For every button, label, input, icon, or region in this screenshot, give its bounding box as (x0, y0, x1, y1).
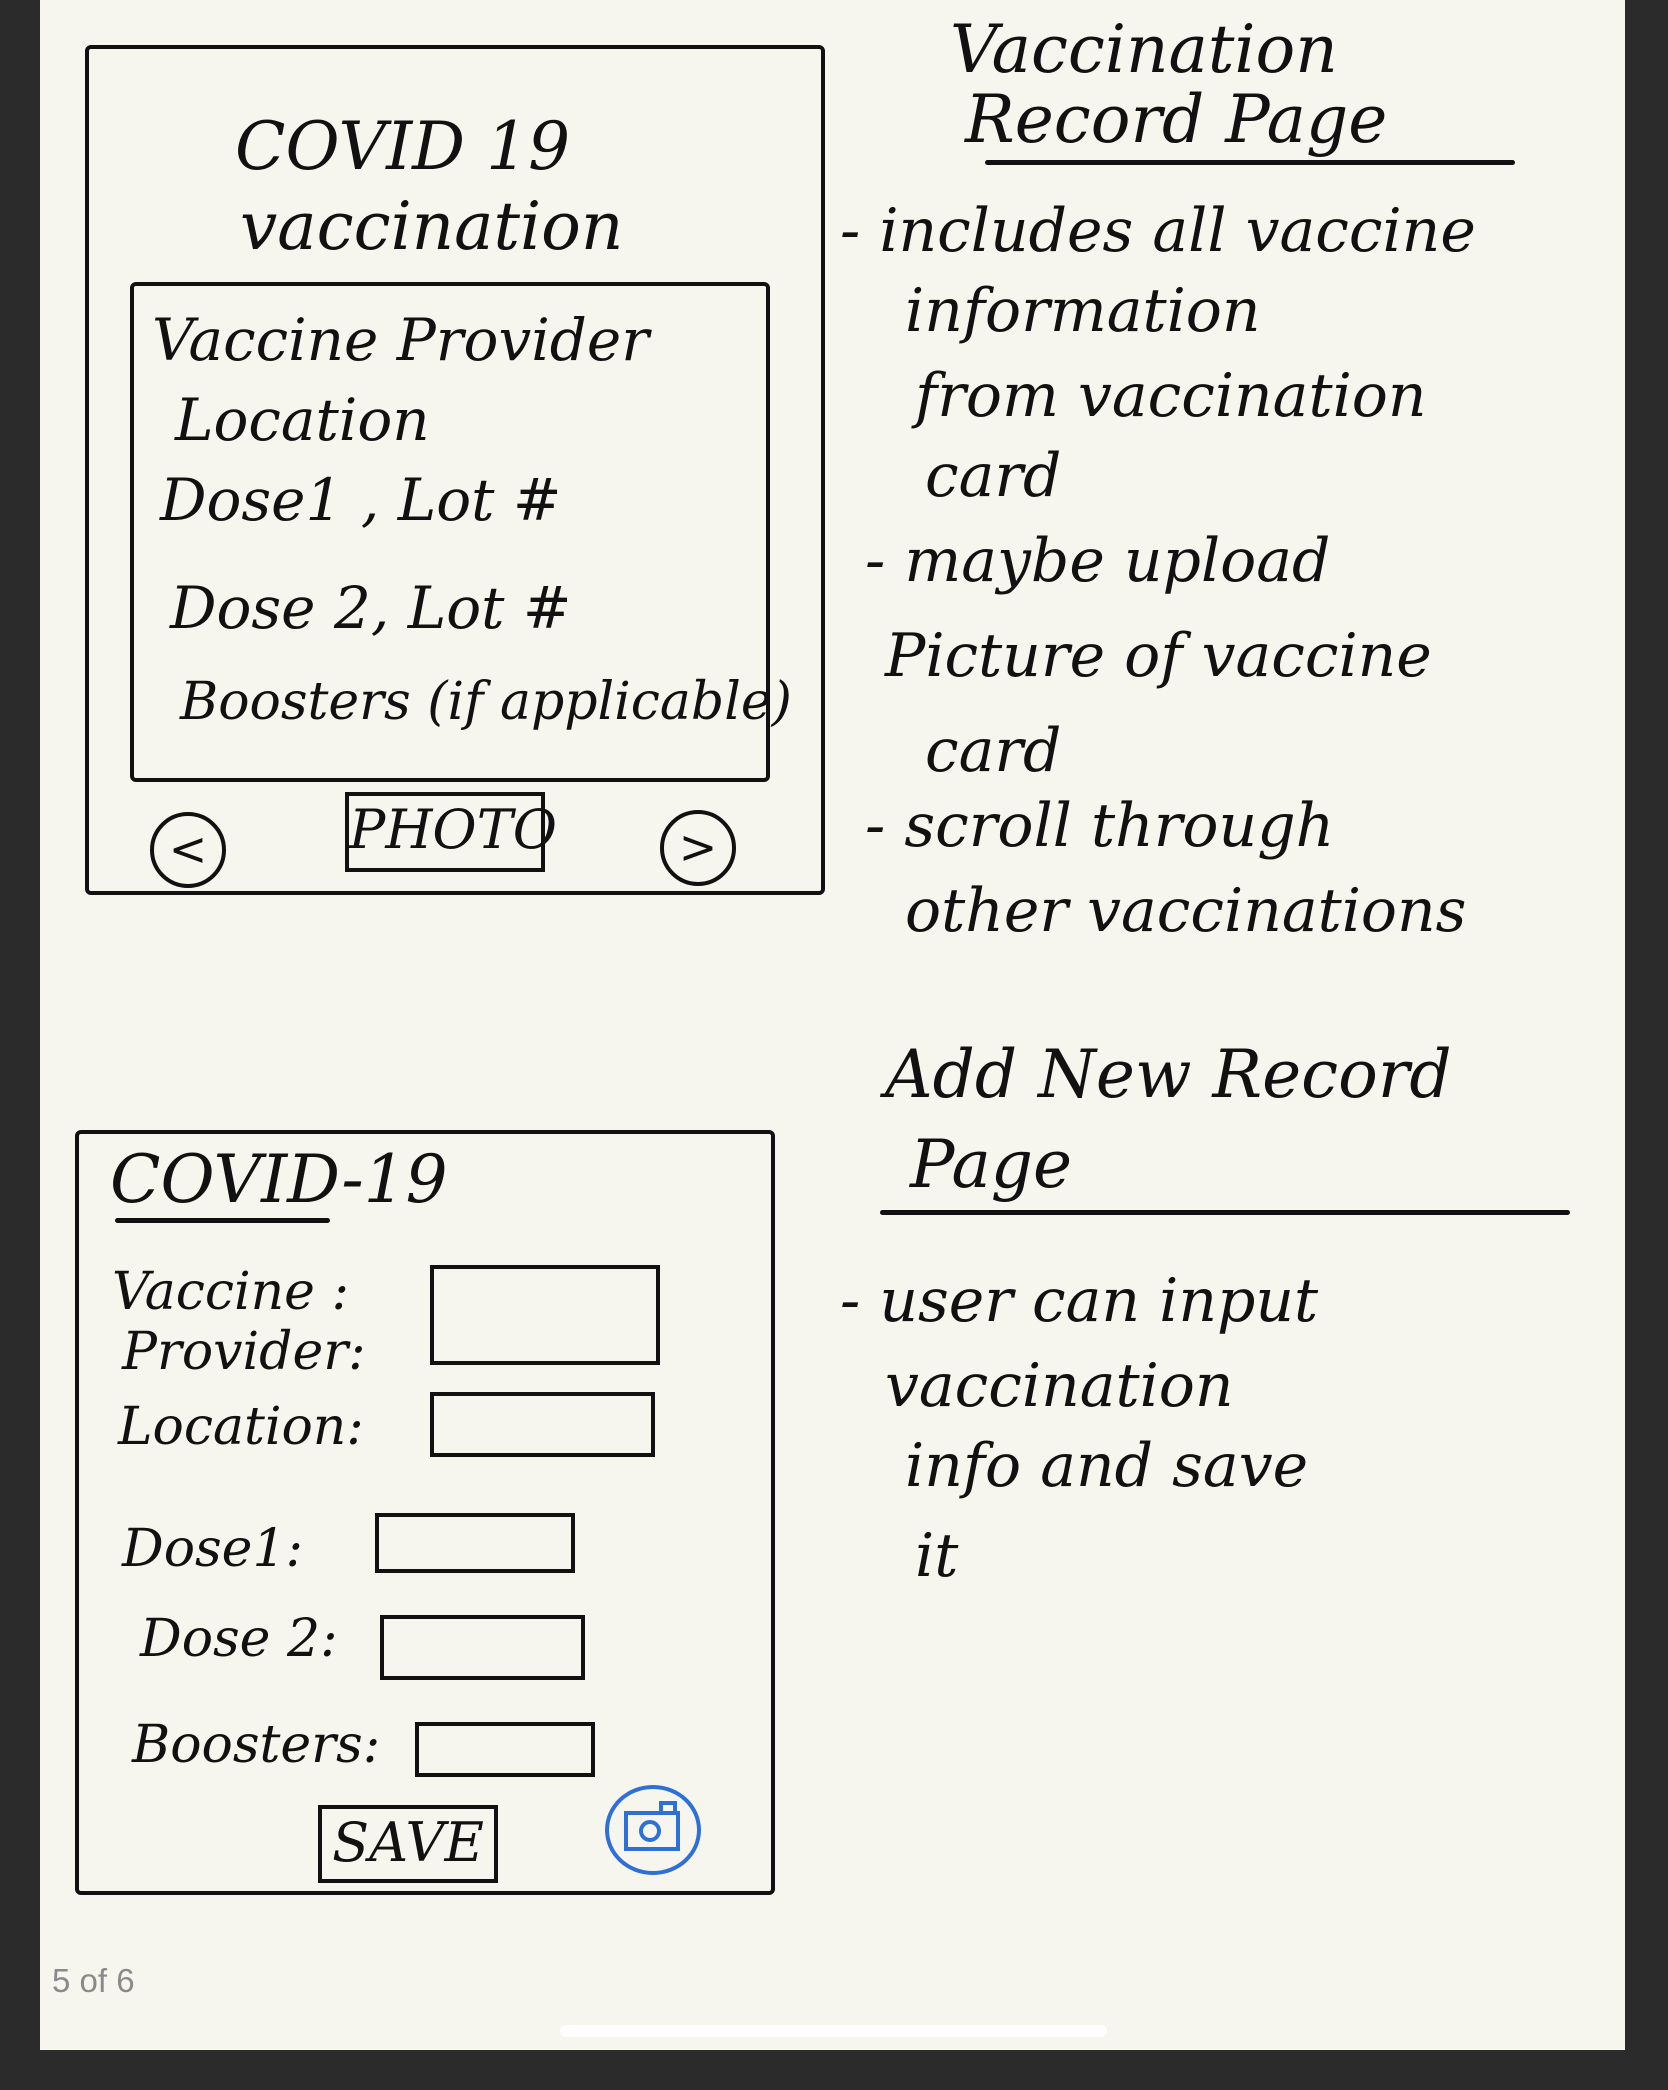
boosters-label: Boosters: (132, 1715, 381, 1775)
vaccine-label-line2: Provider: (122, 1322, 366, 1382)
location-field[interactable] (430, 1392, 655, 1457)
add-notes-underline (880, 1210, 1570, 1215)
record-detail-dose1: Dose1 , Lot # (160, 466, 562, 534)
page-indicator: 5 of 6 (52, 1962, 135, 2000)
add-note-line-3: info and save (905, 1431, 1309, 1501)
add-record-title: COVID-19 (110, 1141, 448, 1218)
dose2-label: Dose 2: (140, 1609, 338, 1669)
record-note-line-9: other vaccinations (905, 876, 1467, 946)
record-note-line-2: information (905, 276, 1261, 346)
record-note-line-1: - includes all vaccine (840, 196, 1476, 266)
vaccine-label-line1: Vaccine : (112, 1262, 349, 1322)
add-note-line-1: - user can input (840, 1266, 1319, 1336)
add-record-title-underline (115, 1218, 330, 1223)
add-note-line-4: it (915, 1521, 959, 1591)
add-notes-heading-line1: Add New Record (885, 1036, 1452, 1113)
record-notes-underline (985, 160, 1515, 165)
record-note-line-4: card (925, 441, 1062, 511)
record-note-line-5: - maybe upload (865, 526, 1331, 596)
save-button[interactable]: SAVE (318, 1805, 498, 1883)
add-note-line-2: vaccination (885, 1351, 1234, 1421)
camera-icon[interactable] (605, 1785, 701, 1875)
photo-button[interactable]: PHOTO (345, 792, 557, 872)
record-detail-dose2: Dose 2, Lot # (170, 574, 572, 642)
add-notes-heading-line2: Page (910, 1126, 1073, 1203)
dose2-field[interactable] (380, 1615, 585, 1680)
record-detail-location: Location (175, 386, 430, 454)
record-notes-heading-line2: Record Page (965, 81, 1388, 158)
record-notes-heading-line1: Vaccination (950, 11, 1338, 88)
boosters-field[interactable] (415, 1722, 595, 1777)
vaccine-provider-field[interactable] (430, 1265, 660, 1365)
record-note-line-7: card (925, 716, 1062, 786)
record-note-line-8: - scroll through (865, 791, 1335, 861)
dose1-label: Dose1: (122, 1519, 304, 1579)
record-note-line-3: from vaccination (915, 361, 1427, 431)
note-page: COVID 19 vaccination Vaccine Provider Lo… (40, 0, 1625, 2050)
prev-record-button[interactable]: < (150, 812, 226, 888)
record-title-line1: COVID 19 (235, 108, 571, 185)
record-note-line-6: Picture of vaccine (885, 621, 1432, 691)
record-detail-boosters: Boosters (if applicable) (180, 672, 792, 732)
location-label: Location: (118, 1397, 364, 1457)
home-indicator-bar[interactable] (560, 2025, 1107, 2037)
next-record-button[interactable]: > (660, 810, 736, 886)
record-title-line2: vaccination (240, 188, 624, 265)
record-detail-provider: Vaccine Provider (152, 306, 649, 374)
dose1-field[interactable] (375, 1513, 575, 1573)
